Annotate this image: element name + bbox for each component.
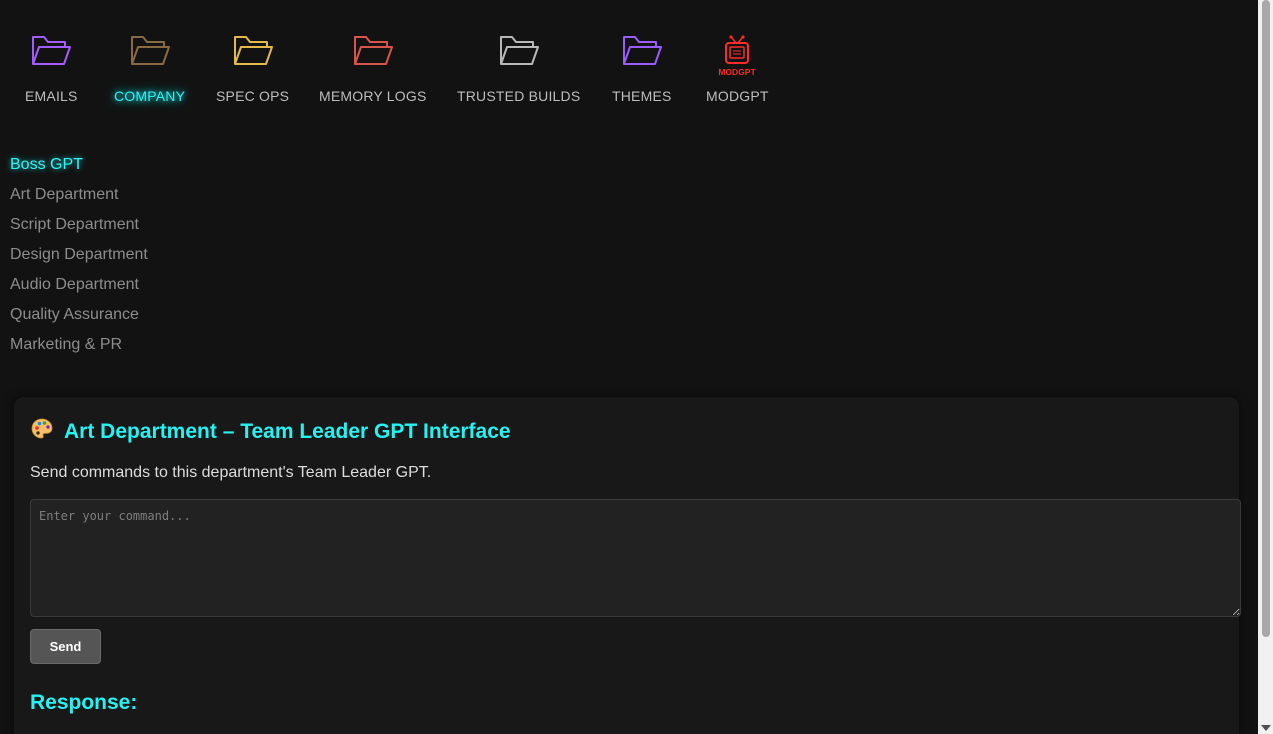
nav-item-memory-logs[interactable]: MEMORY LOGS: [319, 33, 427, 104]
department-item-qa[interactable]: Quality Assurance: [10, 304, 148, 334]
department-item-art[interactable]: Art Department: [10, 184, 148, 214]
response-heading: Response:: [30, 691, 138, 714]
svg-text:MODGPT: MODGPT: [719, 67, 757, 77]
panel-title-row: Art Department – Team Leader GPT Interfa…: [30, 417, 511, 447]
department-list: Boss GPT Art Department Script Departmen…: [10, 154, 148, 364]
nav-item-modgpt[interactable]: MODGPT MODGPT: [706, 33, 769, 104]
top-nav: EMAILS COMPANY SPEC OPS MEMORY LOGS TRUS…: [0, 0, 1258, 130]
folder-icon: [129, 33, 171, 69]
scrollbar-thumb[interactable]: [1262, 0, 1270, 637]
folder-icon: [30, 33, 72, 69]
nav-item-trusted-builds[interactable]: TRUSTED BUILDS: [457, 33, 580, 104]
vertical-scrollbar[interactable]: [1258, 0, 1273, 734]
department-item-script[interactable]: Script Department: [10, 214, 148, 244]
nav-item-themes[interactable]: THEMES: [612, 33, 672, 104]
command-input[interactable]: [30, 499, 1241, 617]
nav-item-company[interactable]: COMPANY: [114, 33, 185, 104]
nav-label-memory-logs: MEMORY LOGS: [319, 88, 427, 104]
department-item-marketing[interactable]: Marketing & PR: [10, 334, 148, 364]
send-button[interactable]: Send: [30, 629, 101, 664]
folder-icon: [232, 33, 274, 69]
panel-title: Art Department – Team Leader GPT Interfa…: [64, 420, 511, 443]
nav-label-trusted-builds: TRUSTED BUILDS: [457, 88, 581, 104]
nav-item-emails[interactable]: EMAILS: [25, 33, 78, 104]
department-item-design[interactable]: Design Department: [10, 244, 148, 274]
modgpt-tv-icon: MODGPT: [715, 33, 759, 79]
nav-label-emails: EMAILS: [25, 88, 78, 104]
scroll-down-arrow-icon[interactable]: [1261, 725, 1271, 731]
folder-icon: [352, 33, 394, 69]
nav-label-modgpt: MODGPT: [706, 88, 769, 104]
nav-item-spec-ops[interactable]: SPEC OPS: [216, 33, 289, 104]
department-item-audio[interactable]: Audio Department: [10, 274, 148, 304]
palette-icon: [30, 417, 54, 447]
department-item-boss-gpt[interactable]: Boss GPT: [10, 154, 148, 184]
folder-icon: [621, 33, 663, 69]
nav-label-spec-ops: SPEC OPS: [216, 88, 290, 104]
panel-description: Send commands to this department's Team …: [30, 464, 432, 481]
nav-label-themes: THEMES: [612, 88, 672, 104]
folder-icon: [498, 33, 540, 69]
team-leader-panel: Art Department – Team Leader GPT Interfa…: [14, 397, 1241, 734]
nav-label-company: COMPANY: [114, 88, 186, 104]
